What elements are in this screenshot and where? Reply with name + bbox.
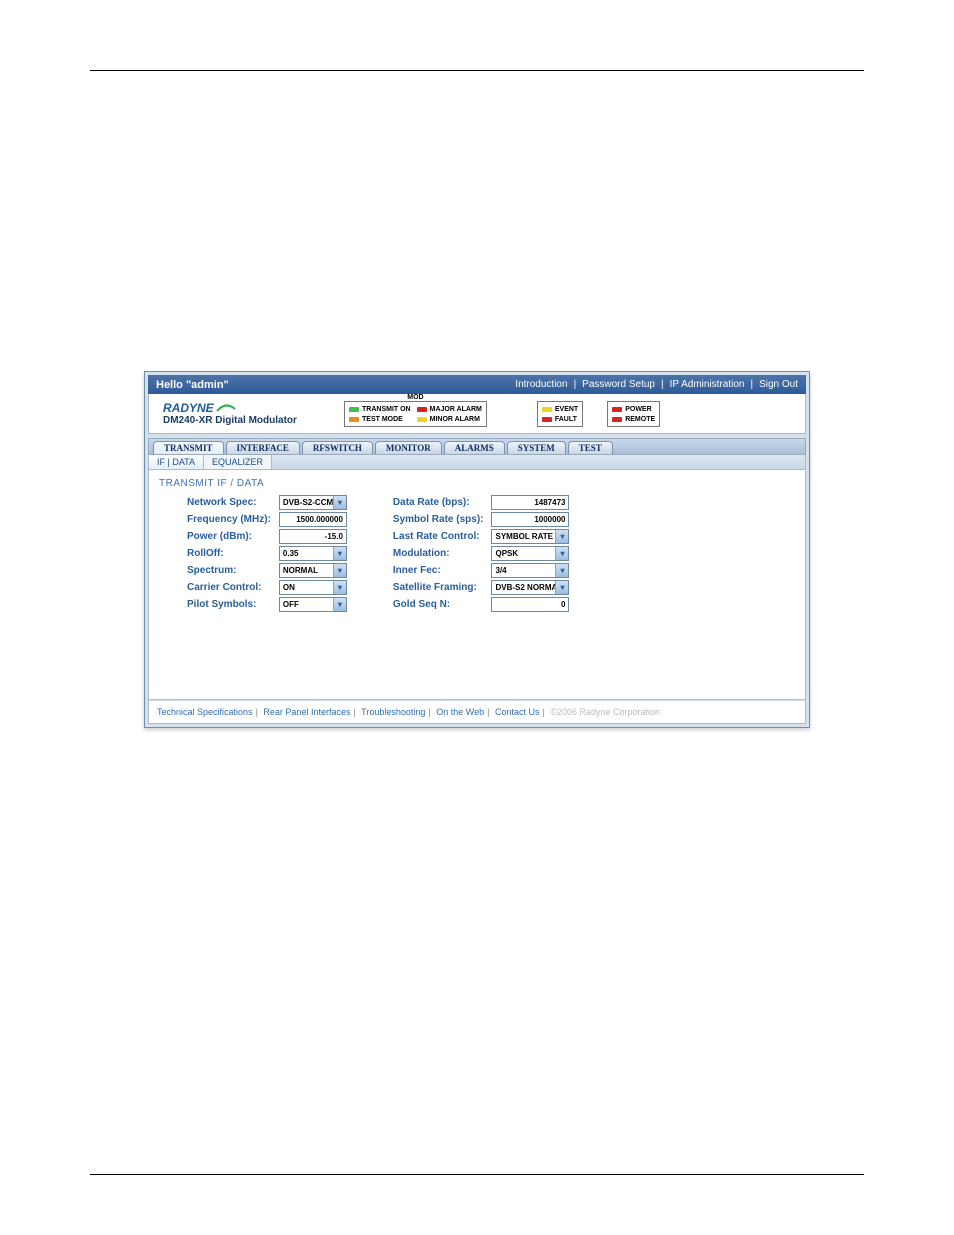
select-modulation[interactable]: QPSK▾	[491, 546, 569, 561]
input-power[interactable]	[279, 529, 347, 544]
label-last-rate: Last Rate Control:	[393, 529, 484, 544]
status-group-mod-title: MOD	[404, 394, 426, 401]
led-event-icon	[542, 407, 552, 412]
label-data-rate: Data Rate (bps):	[393, 495, 484, 510]
status-group-mod: MOD TRANSMIT ON TEST MODE MAJOR ALARM MI…	[344, 401, 487, 427]
select-carrier-control[interactable]: ON▾	[279, 580, 347, 595]
label-carrier-control: Carrier Control:	[187, 580, 271, 595]
status-group-power: POWER REMOTE	[607, 401, 660, 427]
tab-test[interactable]: TEST	[568, 441, 613, 454]
label-inner-fec: Inner Fec:	[393, 563, 484, 578]
link-password-setup[interactable]: Password Setup	[582, 379, 655, 390]
brand-swoosh-icon	[216, 403, 236, 413]
tab-transmit[interactable]: TRANSMIT	[153, 441, 224, 454]
main-tabs: TRANSMIT INTERFACE RFSWITCH MONITOR ALAR…	[148, 438, 806, 455]
tab-interface[interactable]: INTERFACE	[226, 441, 300, 454]
panel-title: TRANSMIT IF / DATA	[159, 476, 795, 495]
footer-copyright: ©2006 Radyne Corporation	[550, 707, 660, 717]
footer-link-rear-panel[interactable]: Rear Panel Interfaces	[263, 707, 350, 717]
led-remote-label: REMOTE	[625, 415, 655, 425]
link-introduction[interactable]: Introduction	[515, 379, 567, 390]
chevron-down-icon: ▾	[555, 530, 568, 543]
input-data-rate[interactable]	[491, 495, 569, 510]
select-satellite-framing[interactable]: DVB-S2 NORMAL▾	[491, 580, 569, 595]
led-minor-alarm-icon	[417, 417, 427, 422]
status-groups: MOD TRANSMIT ON TEST MODE MAJOR ALARM MI…	[344, 394, 660, 433]
top-rule	[90, 70, 864, 71]
select-network-spec[interactable]: DVB-S2-CCM▾	[279, 495, 347, 510]
led-fault-label: FAULT	[555, 415, 577, 425]
bottom-rule	[90, 1174, 864, 1175]
app-window: Hello "admin" Introduction | Password Se…	[144, 371, 810, 728]
link-ip-administration[interactable]: IP Administration	[670, 379, 745, 390]
led-test-mode-icon	[349, 417, 359, 422]
footer-link-troubleshooting[interactable]: Troubleshooting	[361, 707, 425, 717]
transmit-panel: TRANSMIT IF / DATA Network Spec: Frequen…	[148, 470, 806, 700]
chevron-down-icon: ▾	[333, 581, 346, 594]
label-pilot-symbols: Pilot Symbols:	[187, 597, 271, 612]
input-frequency[interactable]	[279, 512, 347, 527]
footer-link-contact-us[interactable]: Contact Us	[495, 707, 540, 717]
right-column: Data Rate (bps): Symbol Rate (sps): Last…	[393, 495, 570, 612]
chevron-down-icon: ▾	[555, 547, 568, 560]
label-spectrum: Spectrum:	[187, 563, 271, 578]
input-gold-seq[interactable]	[491, 597, 569, 612]
brand-block: RADYNE DM240-XR Digital Modulator	[149, 394, 344, 433]
label-symbol-rate: Symbol Rate (sps):	[393, 512, 484, 527]
brand-logo-text: RADYNE	[163, 401, 214, 415]
select-last-rate[interactable]: SYMBOL RATE▾	[491, 529, 569, 544]
footer-link-tech-spec[interactable]: Technical Specifications	[157, 707, 253, 717]
led-fault-icon	[542, 417, 552, 422]
label-network-spec: Network Spec:	[187, 495, 271, 510]
top-links: Introduction | Password Setup | IP Admin…	[515, 379, 798, 390]
led-transmit-on-label: TRANSMIT ON	[362, 405, 411, 415]
led-major-alarm-icon	[417, 407, 427, 412]
select-rolloff[interactable]: 0.35▾	[279, 546, 347, 561]
header-strip: RADYNE DM240-XR Digital Modulator MOD TR…	[148, 394, 806, 434]
brand-subtitle: DM240-XR Digital Modulator	[163, 415, 344, 426]
brand-logo: RADYNE	[163, 401, 344, 415]
led-remote-icon	[612, 417, 622, 422]
led-event-label: EVENT	[555, 405, 578, 415]
link-sign-out[interactable]: Sign Out	[759, 379, 798, 390]
greeting-text: Hello "admin"	[156, 379, 229, 391]
subtab-equalizer[interactable]: EQUALIZER	[204, 455, 272, 469]
label-frequency: Frequency (MHz):	[187, 512, 271, 527]
status-group-event: EVENT FAULT	[537, 401, 583, 427]
input-symbol-rate[interactable]	[491, 512, 569, 527]
led-power-icon	[612, 407, 622, 412]
chevron-down-icon: ▾	[333, 598, 346, 611]
led-minor-alarm-label: MINOR ALARM	[430, 415, 480, 425]
tab-system[interactable]: SYSTEM	[507, 441, 566, 454]
label-power: Power (dBm):	[187, 529, 271, 544]
left-column: Network Spec: Frequency (MHz): Power (dB…	[187, 495, 347, 612]
led-transmit-on-icon	[349, 407, 359, 412]
chevron-down-icon: ▾	[333, 564, 346, 577]
led-power-label: POWER	[625, 405, 651, 415]
chevron-down-icon: ▾	[555, 564, 568, 577]
select-pilot-symbols[interactable]: OFF▾	[279, 597, 347, 612]
chevron-down-icon: ▾	[555, 581, 568, 594]
label-satellite-framing: Satellite Framing:	[393, 580, 484, 595]
label-modulation: Modulation:	[393, 546, 484, 561]
led-test-mode-label: TEST MODE	[362, 415, 403, 425]
chevron-down-icon: ▾	[333, 547, 346, 560]
chevron-down-icon: ▾	[333, 496, 346, 509]
select-spectrum[interactable]: NORMAL▾	[279, 563, 347, 578]
top-bar: Hello "admin" Introduction | Password Se…	[148, 375, 806, 394]
led-major-alarm-label: MAJOR ALARM	[430, 405, 482, 415]
footer-link-on-the-web[interactable]: On the Web	[436, 707, 484, 717]
tab-monitor[interactable]: MONITOR	[375, 441, 442, 454]
label-rolloff: RollOff:	[187, 546, 271, 561]
tab-alarms[interactable]: ALARMS	[444, 441, 505, 454]
sub-tabs: IF | DATA EQUALIZER	[148, 455, 806, 470]
subtab-if-data[interactable]: IF | DATA	[149, 455, 204, 469]
select-inner-fec[interactable]: 3/4▾	[491, 563, 569, 578]
footer-links: Technical Specifications| Rear Panel Int…	[148, 700, 806, 724]
label-gold-seq: Gold Seq N:	[393, 597, 484, 612]
tab-rfswitch[interactable]: RFSWITCH	[302, 441, 373, 454]
